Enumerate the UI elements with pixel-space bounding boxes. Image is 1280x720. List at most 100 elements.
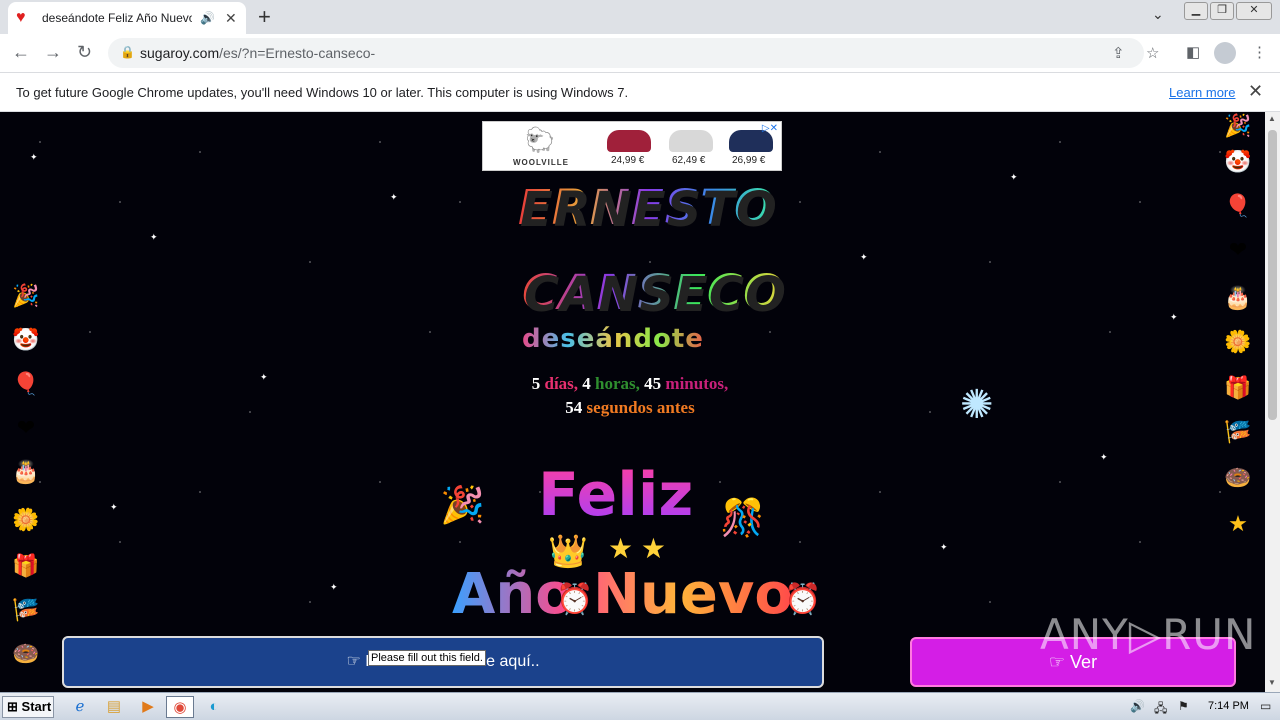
side-panel-icon[interactable]: ◧ (1186, 43, 1200, 61)
first-name-heading: ERNESTO (518, 180, 776, 236)
scroll-down-arrow-icon[interactable]: ▼ (1268, 678, 1276, 687)
clock[interactable]: 7:14 PM (1208, 700, 1249, 712)
balloons-icon: 🎈 (1224, 193, 1252, 218)
bookmark-star-icon[interactable]: ☆ (1146, 44, 1159, 62)
volume-icon[interactable]: 🔊 (1130, 699, 1145, 713)
party-popper-icon: 🎉 (440, 484, 485, 525)
gift-icon: 🎁 (12, 553, 40, 578)
start-label: Start (21, 699, 52, 714)
tab-title: deseándote Feliz Año Nuevo 20 (42, 11, 192, 25)
ad-price: 62,49 € (672, 155, 706, 166)
wishing-text: deseándote (522, 324, 704, 354)
speaker-icon[interactable]: 🔊 (200, 11, 215, 25)
close-window-button[interactable]: ✕ (1236, 2, 1272, 20)
bunting-icon: 🎏 (1224, 419, 1252, 444)
tab-close-icon[interactable]: ✕ (225, 10, 237, 27)
browser-toolbar: ← → ↻ 🔒 sugaroy.com/es/?n=Ernesto-cansec… (0, 34, 1280, 72)
url-host: sugaroy.com (140, 45, 220, 61)
ano-nuevo-heading: Año Nuevo (452, 562, 793, 627)
star-icon: ★ (1228, 511, 1248, 536)
flower-pot-icon: 🌼 (12, 507, 40, 532)
menu-kebab-icon[interactable]: ⋮ (1252, 43, 1267, 61)
new-tab-button[interactable]: + (258, 4, 271, 30)
slipper-image (669, 130, 713, 152)
url-path: /es/?n=Ernesto-canseco- (219, 45, 376, 61)
seconds-number: 54 (565, 398, 583, 417)
update-infobar: To get future Google Chrome updates, you… (0, 72, 1280, 112)
star-icon: ✦ (1010, 172, 1018, 182)
star-icon: ✦ (390, 192, 398, 202)
show-desktop-icon[interactable]: ▭ (1260, 699, 1271, 713)
url-text[interactable]: sugaroy.com/es/?n=Ernesto-canseco- (140, 45, 375, 61)
hours-label: horas, (595, 374, 640, 393)
tab-search-chevron-icon[interactable]: ⌄ (1152, 6, 1164, 23)
star-icon: ✦ (110, 502, 118, 512)
smiley-icon: 🤡 (12, 327, 40, 352)
flower-pot-icon: 🌼 (1224, 329, 1252, 354)
ad-price: 26,99 € (732, 155, 766, 166)
browser-tab[interactable]: ♥ deseándote Feliz Año Nuevo 20 🔊 ✕ (8, 2, 246, 34)
media-player-icon[interactable]: ▶ (134, 696, 162, 718)
donut-icon: 🍩 (12, 641, 40, 666)
seconds-label: segundos antes (586, 398, 695, 417)
ad-brand: WOOLVILLE (513, 158, 569, 167)
donut-icon: 🍩 (1224, 465, 1252, 490)
scrollbar-thumb[interactable] (1268, 130, 1277, 420)
action-center-flag-icon[interactable]: ⚑ (1178, 699, 1189, 713)
address-bar[interactable]: 🔒 sugaroy.com/es/?n=Ernesto-canseco- ⇪ ☆ (108, 38, 1159, 68)
heart-balloons-icon: ❤ (1228, 237, 1248, 262)
back-icon[interactable]: ← (12, 42, 30, 63)
star-icon: ✦ (860, 252, 868, 262)
heart-balloons-icon: ❤ (16, 415, 36, 440)
cake-icon: 🎂 (12, 459, 40, 484)
party-popper-icon: 🎉 (1224, 113, 1252, 138)
countdown-text: 5 días, 4 horas, 45 minutos, 54 segundos… (480, 372, 780, 420)
start-button[interactable]: ⊞ Start (2, 696, 54, 718)
star-icon: ✦ (940, 542, 948, 552)
smiley-icon: 🤡 (1224, 149, 1252, 174)
star-icon: ✦ (330, 582, 338, 592)
edge-icon[interactable]: ◐ (200, 696, 228, 718)
star-icon: ✦ (1100, 452, 1108, 462)
file-explorer-icon[interactable]: ▤ (100, 696, 128, 718)
page-content: ✦ ✦ ✦ ✦ ✦ ✦ ✦ ✦ ✦ ✦ ✦ ✺ 🐑 WOOLVILLE 24,9… (0, 112, 1265, 692)
minutes-label: minutos, (665, 374, 729, 393)
minimize-button[interactable]: ▁ (1184, 2, 1208, 20)
forward-icon[interactable]: → (44, 42, 62, 63)
lock-icon[interactable]: 🔒 (120, 45, 135, 59)
restore-button[interactable]: ❐ (1210, 2, 1234, 20)
balloons-icon: 🎈 (12, 371, 40, 396)
windows-taskbar: ⊞ Start ℯ ▤ ▶ ◉ ◐ 🔊 🖧 ⚑ 7:14 PM ▭ (0, 692, 1280, 720)
reload-icon[interactable]: ↻ (77, 42, 92, 63)
network-icon[interactable]: 🖧 (1154, 699, 1167, 720)
ad-price: 24,99 € (611, 155, 645, 166)
validation-tooltip: Please fill out this field. (368, 650, 486, 666)
days-label: días, (544, 374, 579, 393)
vertical-scrollbar[interactable]: ▲ ▼ (1265, 112, 1280, 692)
minutes-number: 45 (644, 374, 662, 393)
sheep-logo-icon: 🐑 (525, 127, 555, 154)
hours-number: 4 (582, 374, 591, 393)
internet-explorer-icon[interactable]: ℯ (66, 696, 94, 718)
infobar-message: To get future Google Chrome updates, you… (16, 85, 629, 100)
days-number: 5 (531, 374, 541, 393)
star-icon: ✦ (1170, 312, 1178, 322)
feliz-heading: Feliz (538, 460, 694, 530)
advertisement-banner[interactable]: 🐑 WOOLVILLE 24,99 € 62,49 € 26,99 € ▷✕ (482, 121, 782, 171)
share-icon[interactable]: ⇪ (1112, 44, 1125, 62)
tab-strip: ♥ deseándote Feliz Año Nuevo 20 🔊 ✕ + ⌄ … (0, 0, 1280, 34)
learn-more-link[interactable]: Learn more (1169, 85, 1235, 100)
infobar-close-icon[interactable]: ✕ (1248, 81, 1263, 102)
party-popper-icon: 🎉 (12, 283, 40, 308)
anyrun-watermark: ANY▷RUN (1040, 610, 1257, 659)
profile-avatar[interactable] (1214, 42, 1236, 64)
chrome-taskbar-icon[interactable]: ◉ (166, 696, 194, 718)
firework-burst-icon: ✺ (960, 383, 994, 427)
star-icon: ✦ (30, 152, 38, 162)
party-hat-icon: 🎊 (720, 497, 765, 538)
bunting-icon: 🎏 (12, 597, 40, 622)
alarm-clock-icon: ⏰ (784, 583, 822, 616)
alarm-clock-icon: ⏰ (556, 583, 594, 616)
scroll-up-arrow-icon[interactable]: ▲ (1268, 114, 1276, 123)
ad-close-icon[interactable]: ▷✕ (762, 123, 778, 134)
